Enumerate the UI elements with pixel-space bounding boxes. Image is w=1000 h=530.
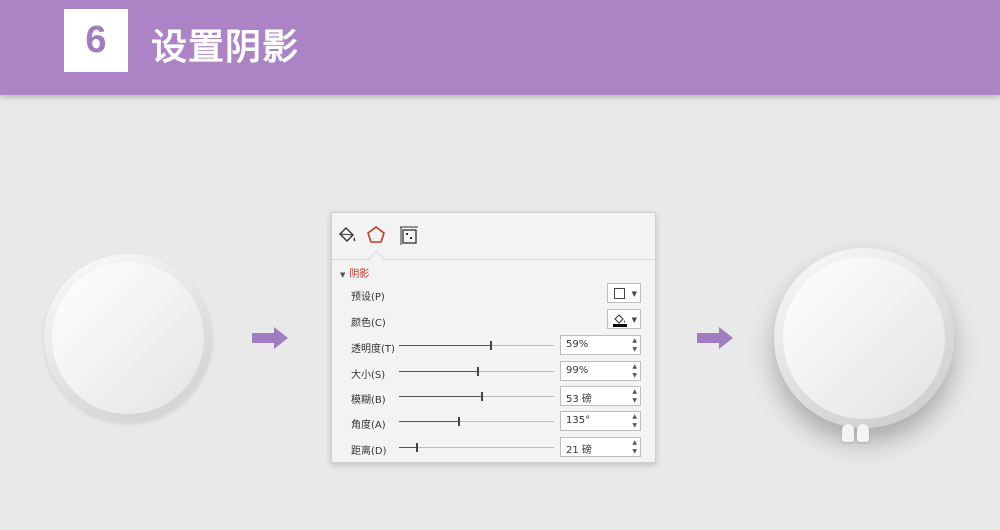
paint-bucket-icon <box>613 314 627 327</box>
slider-track <box>399 447 554 448</box>
value-spinbox[interactable]: 135° ▲ ▼ <box>560 411 641 431</box>
slider-thumb[interactable] <box>490 341 492 350</box>
spinbox-value: 53 磅 <box>566 394 592 405</box>
slider-label: 距离(D) <box>351 446 387 457</box>
shadow-section-header[interactable]: ▼ 阴影 <box>340 265 369 280</box>
shadow-slider[interactable] <box>399 392 554 402</box>
right-arrow-icon <box>252 327 288 349</box>
spin-down-icon[interactable]: ▼ <box>632 372 637 379</box>
slider-label: 角度(A) <box>351 420 386 431</box>
panel-tabs <box>332 213 655 267</box>
shadow-foot-left <box>842 424 854 442</box>
chevron-down-icon: ▼ <box>631 290 637 298</box>
spin-up-icon[interactable]: ▲ <box>632 439 637 446</box>
shadow-slider[interactable] <box>399 417 554 427</box>
slider-thumb[interactable] <box>458 417 460 426</box>
shadow-slider[interactable] <box>399 367 554 377</box>
value-spinbox[interactable]: 59% ▲ ▼ <box>560 335 641 355</box>
spin-down-icon[interactable]: ▼ <box>632 448 637 455</box>
spin-up-icon[interactable]: ▲ <box>632 363 637 370</box>
chevron-down-icon: ▼ <box>631 316 637 324</box>
spinbox-value: 21 磅 <box>566 445 592 456</box>
spin-up-icon[interactable]: ▲ <box>632 388 637 395</box>
shadow-section-title: 阴影 <box>349 269 370 280</box>
preset-dropdown[interactable]: ▼ <box>607 283 641 303</box>
value-spinbox[interactable]: 99% ▲ ▼ <box>560 361 641 381</box>
shadow-foot-right <box>857 424 869 442</box>
slider-fill <box>399 396 481 397</box>
slider-thumb[interactable] <box>416 443 418 452</box>
button-circle-after <box>774 248 954 428</box>
right-arrow-icon <box>697 327 733 349</box>
value-spinbox[interactable]: 53 磅 ▲ ▼ <box>560 386 641 406</box>
page-title: 设置阴影 <box>151 27 300 68</box>
spinbox-value: 135° <box>566 415 591 426</box>
slider-fill <box>399 371 477 372</box>
header-banner: 6 设置阴影 <box>0 0 1000 95</box>
slider-fill <box>399 447 416 448</box>
spin-down-icon[interactable]: ▼ <box>632 397 637 404</box>
slider-fill <box>399 345 490 346</box>
active-tab-pointer <box>368 250 385 267</box>
size-layout-icon <box>400 226 418 245</box>
slider-label: 透明度(T) <box>351 344 395 355</box>
slider-fill <box>399 421 458 422</box>
spin-down-icon[interactable]: ▼ <box>632 422 637 429</box>
preset-label: 预设(P) <box>351 292 385 303</box>
spin-up-icon[interactable]: ▲ <box>632 413 637 420</box>
slider-label: 大小(S) <box>351 370 386 381</box>
circle-face <box>783 257 945 419</box>
tab-size-properties[interactable] <box>397 223 421 247</box>
spin-up-icon[interactable]: ▲ <box>632 337 637 344</box>
spinbox-value: 99% <box>566 365 589 376</box>
slider-label: 模糊(B) <box>351 395 386 406</box>
shadow-slider[interactable] <box>399 341 554 351</box>
fill-bucket-icon <box>339 227 356 242</box>
shadow-slider[interactable] <box>399 443 554 453</box>
circle-face <box>52 262 204 414</box>
shadow-color-picker[interactable]: ▼ <box>607 309 641 329</box>
format-shape-panel: ▼ 阴影 预设(P) ▼ 颜色(C) ▼ 透明度(T) 59% ▲ ▼ 大小(S) 99% ▲… <box>331 212 656 463</box>
pentagon-effects-icon <box>367 226 385 243</box>
slider-thumb[interactable] <box>477 367 479 376</box>
tab-fill-line[interactable] <box>335 223 359 247</box>
slider-thumb[interactable] <box>481 392 483 401</box>
spinbox-value: 59% <box>566 339 589 350</box>
step-number-badge: 6 <box>64 9 128 72</box>
button-circle-before <box>44 254 212 422</box>
shadow-preset-icon <box>614 288 625 299</box>
collapse-triangle-icon: ▼ <box>340 271 346 279</box>
color-label: 颜色(C) <box>351 318 386 329</box>
spin-down-icon[interactable]: ▼ <box>632 346 637 353</box>
tab-effects[interactable] <box>364 223 388 247</box>
value-spinbox[interactable]: 21 磅 ▲ ▼ <box>560 437 641 457</box>
